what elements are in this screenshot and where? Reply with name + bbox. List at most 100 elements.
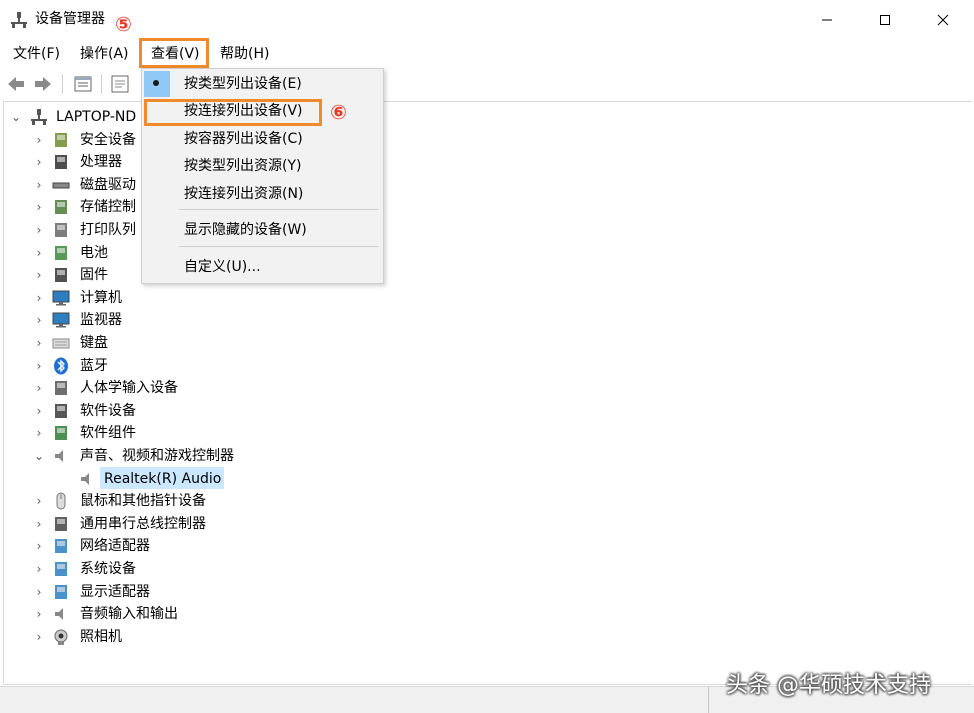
tree-category-label: 显示适配器 (80, 583, 150, 600)
view-menu-item-label: 自定义(U)... (184, 259, 261, 275)
expand-chevron-icon[interactable]: › (34, 603, 44, 625)
expand-chevron-icon[interactable]: › (34, 422, 44, 444)
tree-category-row[interactable]: › 显示适配器 (30, 581, 350, 603)
expand-chevron-icon[interactable]: › (34, 264, 44, 286)
view-menu-highlight-box (139, 38, 209, 68)
print-queue-icon (52, 221, 70, 239)
tree-category-label: 键盘 (80, 335, 108, 351)
expand-chevron-icon[interactable]: › (34, 400, 44, 422)
step-6-marker: ⑥ (330, 100, 347, 124)
device-manager-icon (11, 12, 27, 28)
tree-root-label: LAPTOP-ND (56, 109, 137, 125)
expand-chevron-icon[interactable]: › (34, 355, 44, 377)
tree-category-label: 音频输入和输出 (80, 606, 178, 623)
mouse-icon (52, 492, 70, 510)
tree-category-row[interactable]: › 软件组件 (30, 422, 350, 444)
tree-category-label: 固件 (80, 267, 108, 284)
expand-chevron-icon[interactable]: › (34, 196, 44, 218)
tree-category-row[interactable]: › 计算机 (30, 287, 350, 309)
tree-category-label: 鼠标和其他指针设备 (80, 493, 206, 510)
collapse-chevron-icon[interactable]: ⌄ (34, 445, 44, 467)
sound-icon (52, 447, 70, 465)
tree-category-row[interactable]: › 键盘 (30, 332, 350, 354)
view-menu-item[interactable]: 自定义(U)... (142, 254, 383, 280)
view-menu-item-label: 显示隐藏的设备(W) (184, 222, 307, 238)
maximize-icon (880, 15, 890, 25)
view-menu-item-label: 按类型列出资源(Y) (184, 158, 302, 174)
minimize-button[interactable] (798, 0, 856, 40)
tree-category-row[interactable]: › 监视器 (30, 309, 350, 331)
view-menu-item-label: 按容器列出设备(C) (184, 131, 303, 147)
tree-category-label: 网络适配器 (80, 538, 150, 555)
expand-chevron-icon[interactable]: › (34, 332, 44, 354)
network-adapter-icon (52, 537, 70, 555)
help-icon[interactable] (110, 74, 130, 94)
back-arrow-icon[interactable] (6, 74, 26, 94)
window-title: 设备管理器 (35, 11, 105, 27)
tree-category-label: 存储控制 (80, 199, 136, 216)
forward-arrow-icon[interactable] (33, 74, 53, 94)
expand-chevron-icon[interactable]: › (34, 377, 44, 399)
close-icon (937, 14, 949, 26)
tree-category-row[interactable]: › 软件设备 (30, 400, 350, 422)
speaker-icon (78, 470, 96, 488)
expand-chevron-icon[interactable]: › (34, 242, 44, 264)
usb-icon (52, 515, 70, 533)
close-button[interactable] (914, 0, 972, 40)
expand-chevron-icon[interactable]: › (34, 535, 44, 557)
expand-chevron-icon[interactable]: › (34, 151, 44, 173)
expand-chevron-icon[interactable]: › (34, 558, 44, 580)
firmware-icon (52, 266, 70, 284)
tree-category-row[interactable]: › 人体学输入设备 (30, 377, 350, 399)
expand-chevron-icon[interactable]: › (34, 309, 44, 331)
tree-category-label: 电池 (80, 244, 108, 261)
view-menu-item[interactable]: 按容器列出设备(C) (142, 126, 383, 152)
tree-category-label: 安全设备 (80, 131, 136, 148)
expand-chevron-icon[interactable]: › (34, 287, 44, 309)
tree-category-label: 软件组件 (80, 425, 136, 442)
expand-chevron-icon[interactable]: › (34, 219, 44, 241)
expand-chevron-icon[interactable]: › (34, 581, 44, 603)
tree-category-row[interactable]: › 鼠标和其他指针设备 (30, 490, 350, 512)
view-menu-item[interactable]: 按连接列出资源(N) (142, 181, 383, 207)
tree-category-row[interactable]: › 蓝牙 (30, 355, 350, 377)
tree-category-row[interactable]: › 照相机 (30, 626, 350, 648)
connection-item-highlight-box (144, 99, 322, 126)
hid-icon (52, 379, 70, 397)
menu-help[interactable]: 帮助(H) (220, 43, 269, 65)
tree-category-label: 蓝牙 (80, 357, 108, 374)
properties-icon[interactable] (73, 74, 93, 94)
expand-chevron-icon[interactable]: › (34, 490, 44, 512)
tree-category-row[interactable]: › 音频输入和输出 (30, 603, 350, 625)
expand-chevron-icon[interactable]: › (34, 626, 44, 648)
expand-chevron-icon[interactable]: › (34, 129, 44, 151)
watermark: 头条 @华硕技术支持 (726, 673, 931, 698)
computer-icon (52, 289, 70, 307)
software-component-icon (52, 424, 70, 442)
tree-category-label: 照相机 (80, 628, 122, 645)
monitor-icon (52, 311, 70, 329)
view-menu-item[interactable]: 按类型列出设备(E) (142, 71, 383, 97)
computer-root-icon (30, 108, 48, 126)
camera-icon (52, 628, 70, 646)
tree-category-label: 打印队列 (80, 222, 136, 238)
maximize-button[interactable] (856, 0, 914, 40)
expand-chevron-icon[interactable]: › (34, 174, 44, 196)
software-device-icon (52, 402, 70, 420)
storage-controller-icon (52, 198, 70, 216)
menu-action[interactable]: 操作(A) (80, 43, 129, 65)
bluetooth-icon (52, 357, 70, 375)
view-menu-item[interactable]: 显示隐藏的设备(W) (142, 217, 383, 243)
tree-category-row[interactable]: › 系统设备 (30, 558, 350, 580)
collapse-chevron-icon[interactable]: ⌄ (11, 106, 21, 128)
tree-category-row[interactable]: › 网络适配器 (30, 535, 350, 557)
view-menu-item-label: 按类型列出设备(E) (184, 76, 302, 92)
tree-category-row[interactable]: › 通用串行总线控制器 (30, 513, 350, 535)
expand-chevron-icon[interactable]: › (34, 513, 44, 535)
security-device-icon (52, 131, 70, 149)
view-menu-item[interactable]: 按类型列出资源(Y) (142, 153, 383, 179)
tree-device-row[interactable]: Realtek(R) Audio (78, 468, 228, 490)
toolbar-separator (62, 74, 63, 94)
menu-file[interactable]: 文件(F) (13, 43, 60, 65)
tree-category-row[interactable]: ⌄ 声音、视频和游戏控制器 (30, 445, 350, 467)
